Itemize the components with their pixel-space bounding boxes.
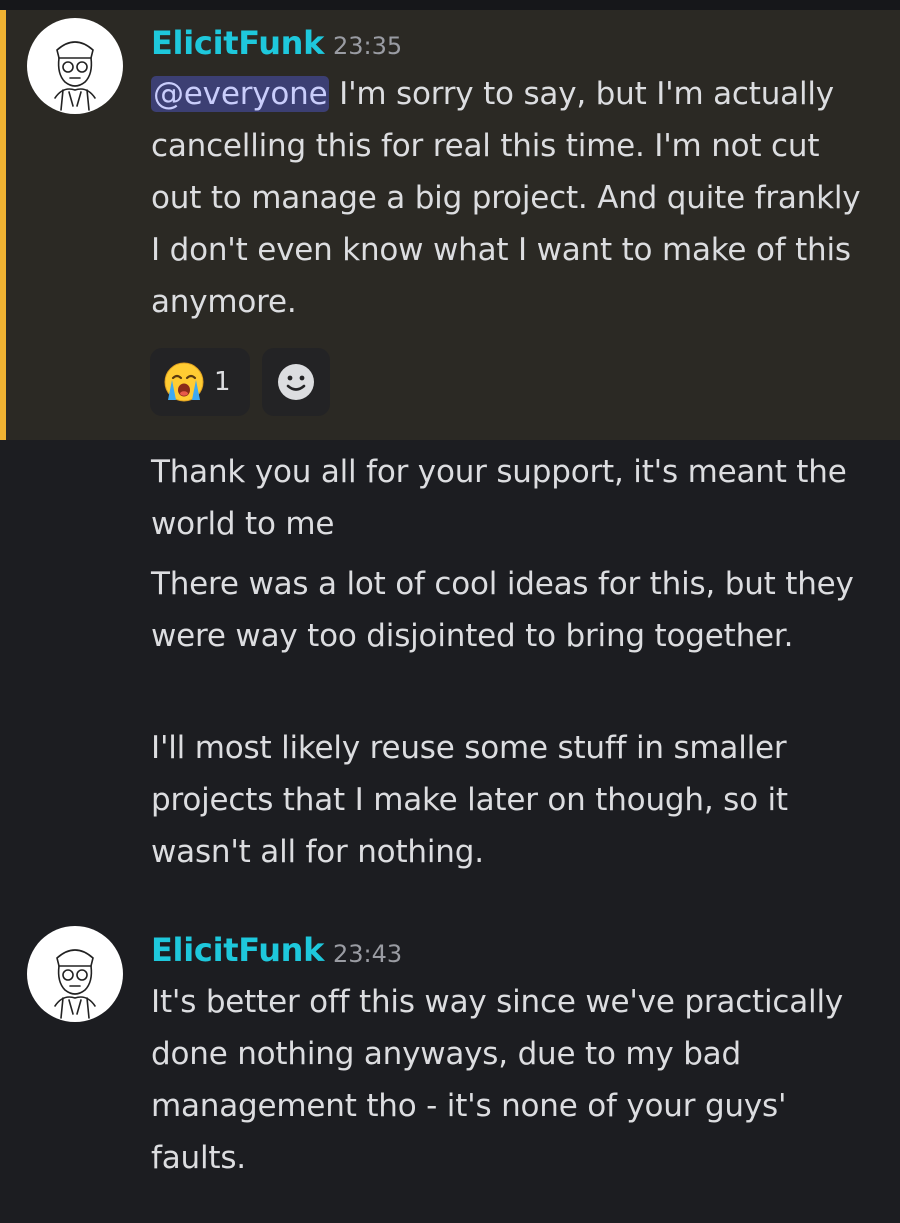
message-timestamp: 23:35 (333, 32, 403, 60)
user-avatar-drawing-icon (54, 949, 96, 1019)
avatar[interactable] (27, 926, 123, 1022)
smiley-face-icon (276, 362, 316, 402)
message-content: It's better off this way since we've pra… (151, 984, 844, 1176)
mention-highlight-bar (0, 10, 6, 440)
add-reaction-button[interactable] (262, 348, 330, 416)
message-content: I'll most likely reuse some stuff in sma… (151, 730, 788, 870)
message-content: Thank you all for your support, it's mea… (151, 454, 847, 542)
message-timestamp: 23:43 (333, 940, 403, 968)
chat-view: ElicitFunk 23:35 @everyone I'm sorry to … (0, 0, 900, 1223)
message-text: I'm sorry to say, but I'm actually cance… (151, 76, 861, 320)
message-author[interactable]: ElicitFunk (151, 931, 324, 969)
everyone-mention[interactable]: @everyone (151, 76, 330, 112)
top-divider (0, 0, 900, 10)
reaction-count: 1 (214, 367, 231, 397)
user-avatar-drawing-icon (54, 41, 96, 111)
message-content: There was a lot of cool ideas for this, … (151, 566, 854, 654)
loudly-crying-face-icon (162, 360, 206, 404)
reaction-crying[interactable]: 1 (150, 348, 250, 416)
avatar[interactable] (27, 18, 123, 114)
message-author[interactable]: ElicitFunk (151, 24, 324, 62)
message-content: @everyone I'm sorry to say, but I'm actu… (151, 68, 876, 328)
